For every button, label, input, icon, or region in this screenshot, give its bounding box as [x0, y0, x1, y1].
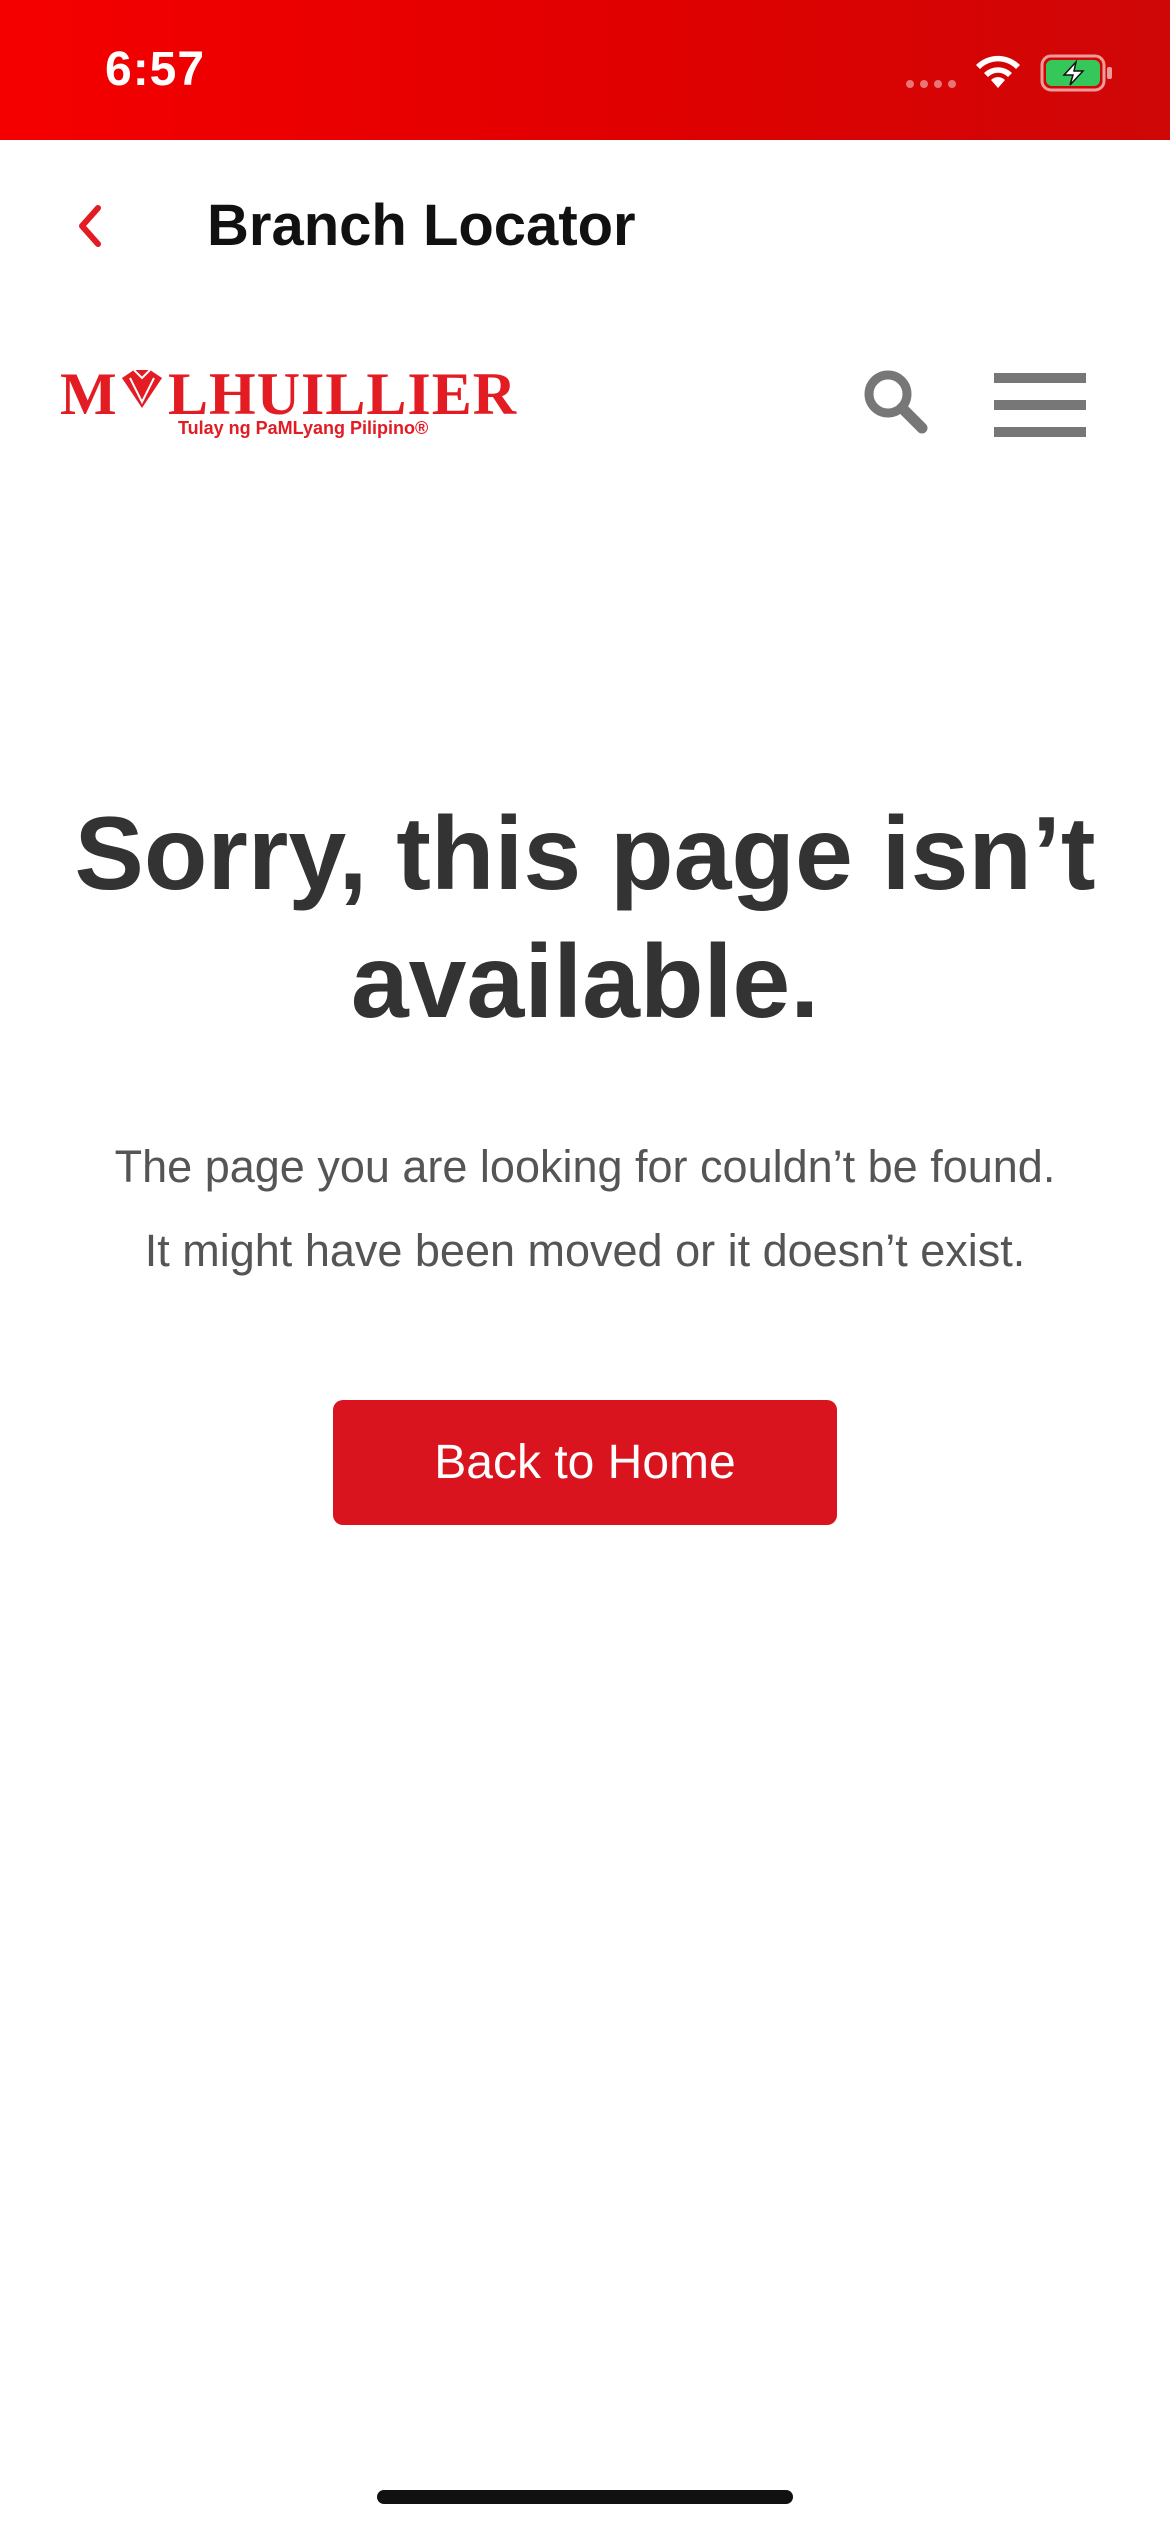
status-time: 6:57	[105, 43, 206, 96]
home-indicator[interactable]	[377, 2490, 793, 2504]
error-heading: Sorry, this page isn’t available.	[74, 796, 1096, 1040]
logo-wordmark: M LHUILLIER	[60, 362, 517, 422]
error-message-line1: The page you are looking for couldn’t be…	[114, 1141, 1056, 1192]
search-icon	[864, 370, 928, 434]
wifi-icon	[976, 55, 1020, 88]
cellular-signal-icon	[906, 80, 956, 88]
back-to-home-button[interactable]: Back to Home	[333, 1400, 837, 1525]
error-message-line2: It might have been moved or it doesn’t e…	[144, 1225, 1026, 1276]
status-bar: 6:57	[0, 0, 1170, 140]
page-title: Branch Locator	[207, 193, 636, 258]
svg-text:LHUILLIER: LHUILLIER	[168, 362, 517, 422]
site-header: M LHUILLIER Tulay ng PaMLyang Pilipino®	[0, 340, 1170, 470]
search-button[interactable]	[858, 364, 932, 438]
screen: 6:57 Branch Locator M LHUILLIER Tulay ng…	[0, 0, 1170, 2532]
back-button[interactable]	[60, 196, 120, 256]
battery-charging-icon	[1040, 54, 1112, 92]
error-message: The page you are looking for couldn’t be…	[60, 1125, 1110, 1293]
mlhuillier-logo[interactable]: M LHUILLIER Tulay ng PaMLyang Pilipino®	[60, 362, 540, 442]
hamburger-menu-icon[interactable]	[994, 373, 1086, 437]
nav-header: Branch Locator	[0, 140, 1170, 310]
chevron-left-icon	[79, 205, 101, 247]
svg-text:M: M	[60, 362, 118, 422]
logo-tagline: Tulay ng PaMLyang Pilipino®	[178, 418, 429, 438]
